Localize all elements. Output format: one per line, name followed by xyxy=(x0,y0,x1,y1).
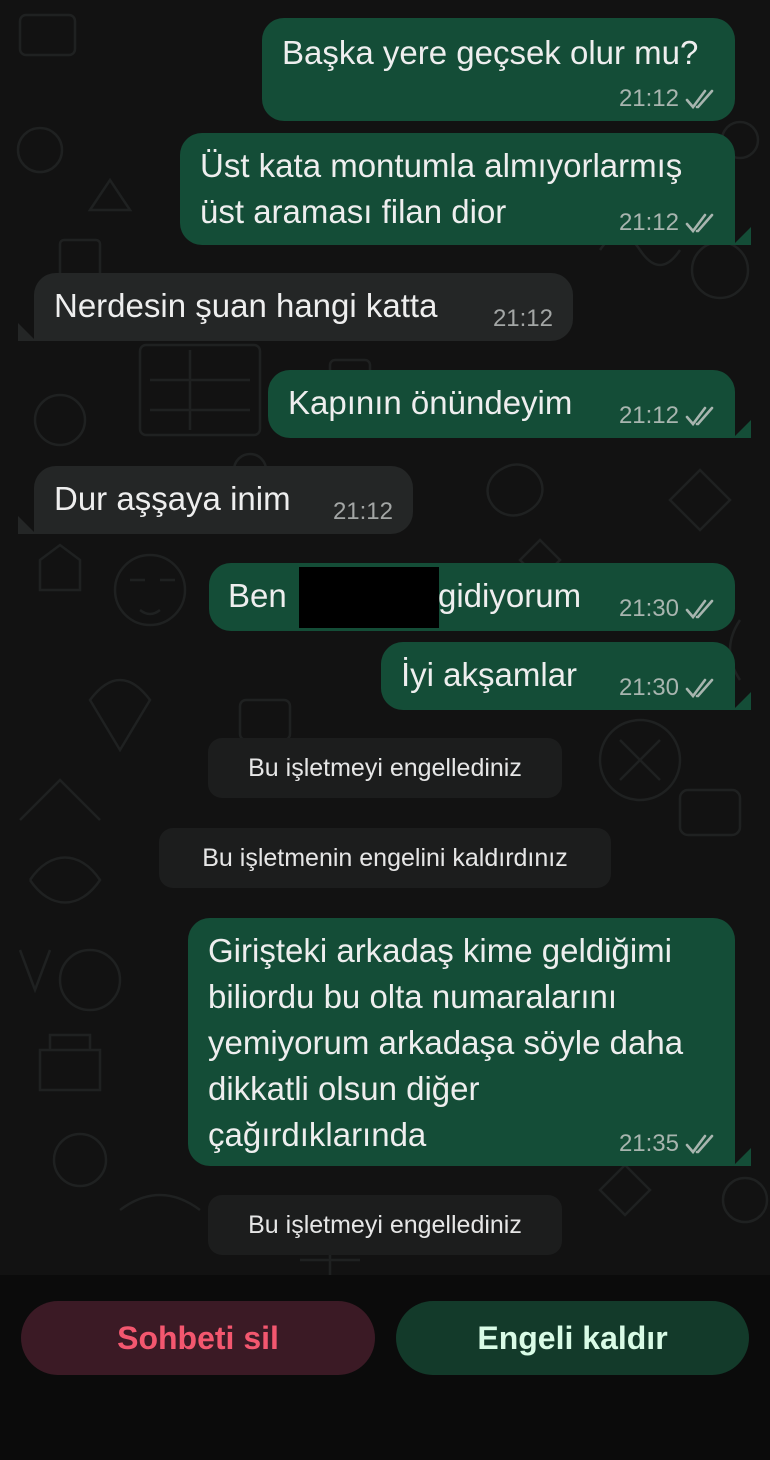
bubble-tail xyxy=(18,323,36,341)
message-text: Kapının önündeyim xyxy=(288,384,573,421)
message-text: Nerdesin şuan hangi katta xyxy=(54,287,438,324)
system-notice-unblocked: Bu işletmenin engelini kaldırdınız xyxy=(159,828,611,888)
outgoing-message[interactable]: Başka yere geçsek olur mu? 21:12 xyxy=(262,18,735,121)
message-text: Üst kata montumla almıyorlarmış üst aram… xyxy=(200,147,683,230)
message-text: İyi akşamlar xyxy=(401,656,578,693)
double-check-icon xyxy=(685,599,714,620)
incoming-message[interactable]: Nerdesin şuan hangi katta 21:12 xyxy=(34,273,573,341)
outgoing-message[interactable]: İyi akşamlar 21:30 xyxy=(381,642,735,710)
bubble-tail xyxy=(733,420,751,438)
delete-chat-button[interactable]: Sohbeti sil xyxy=(21,1301,375,1375)
message-text-end: gidiyorum xyxy=(438,577,582,614)
message-meta: 21:12 xyxy=(493,305,553,333)
bubble-tail xyxy=(733,1148,751,1166)
double-check-icon xyxy=(685,1134,714,1155)
bubble-tail xyxy=(733,692,751,710)
system-notice-blocked: Bu işletmeyi engellediniz xyxy=(208,1195,562,1255)
outgoing-message[interactable]: Kapının önündeyim 21:12 xyxy=(268,370,735,438)
double-check-icon xyxy=(685,406,714,427)
chat-message-list[interactable]: Başka yere geçsek olur mu? 21:12 Üst kat… xyxy=(0,0,770,1275)
message-text: Girişteki arkadaş kime geldiğimi biliord… xyxy=(208,932,684,1153)
outgoing-message[interactable]: Ben gidiyorum 21:30 xyxy=(209,563,735,631)
message-meta: 21:12 xyxy=(333,498,393,526)
message-time: 21:35 xyxy=(618,1130,679,1157)
double-check-icon xyxy=(685,678,714,699)
outgoing-message[interactable]: Girişteki arkadaş kime geldiğimi biliord… xyxy=(188,918,735,1166)
message-meta: 21:12 xyxy=(619,209,719,237)
message-time: 21:12 xyxy=(332,498,393,525)
double-check-icon xyxy=(685,213,714,234)
message-text: Dur aşşaya inim xyxy=(54,480,291,517)
chat-screen: Başka yere geçsek olur mu? 21:12 Üst kat… xyxy=(0,0,770,1460)
unblock-button[interactable]: Engeli kaldır xyxy=(396,1301,749,1375)
double-check-icon xyxy=(685,89,714,110)
message-meta: 21:12 xyxy=(619,85,719,113)
message-meta: 21:12 xyxy=(619,402,719,430)
message-time: 21:30 xyxy=(618,674,679,701)
message-time: 21:12 xyxy=(618,402,679,429)
message-meta: 21:30 xyxy=(619,595,719,623)
message-time: 21:12 xyxy=(618,209,679,236)
message-time: 21:30 xyxy=(618,595,679,622)
redaction-box xyxy=(299,567,439,628)
outgoing-message[interactable]: Üst kata montumla almıyorlarmış üst aram… xyxy=(180,133,735,245)
message-text: Başka yere geçsek olur mu? xyxy=(282,34,699,71)
message-meta: 21:35 xyxy=(619,1130,719,1158)
message-text-start: Ben xyxy=(228,577,287,614)
message-meta: 21:30 xyxy=(619,674,719,702)
incoming-message[interactable]: Dur aşşaya inim 21:12 xyxy=(34,466,413,534)
bubble-tail xyxy=(18,516,36,534)
bubble-tail xyxy=(733,227,751,245)
message-time: 21:12 xyxy=(618,85,679,112)
message-time: 21:12 xyxy=(492,305,553,332)
system-notice-blocked: Bu işletmeyi engellediniz xyxy=(208,738,562,798)
